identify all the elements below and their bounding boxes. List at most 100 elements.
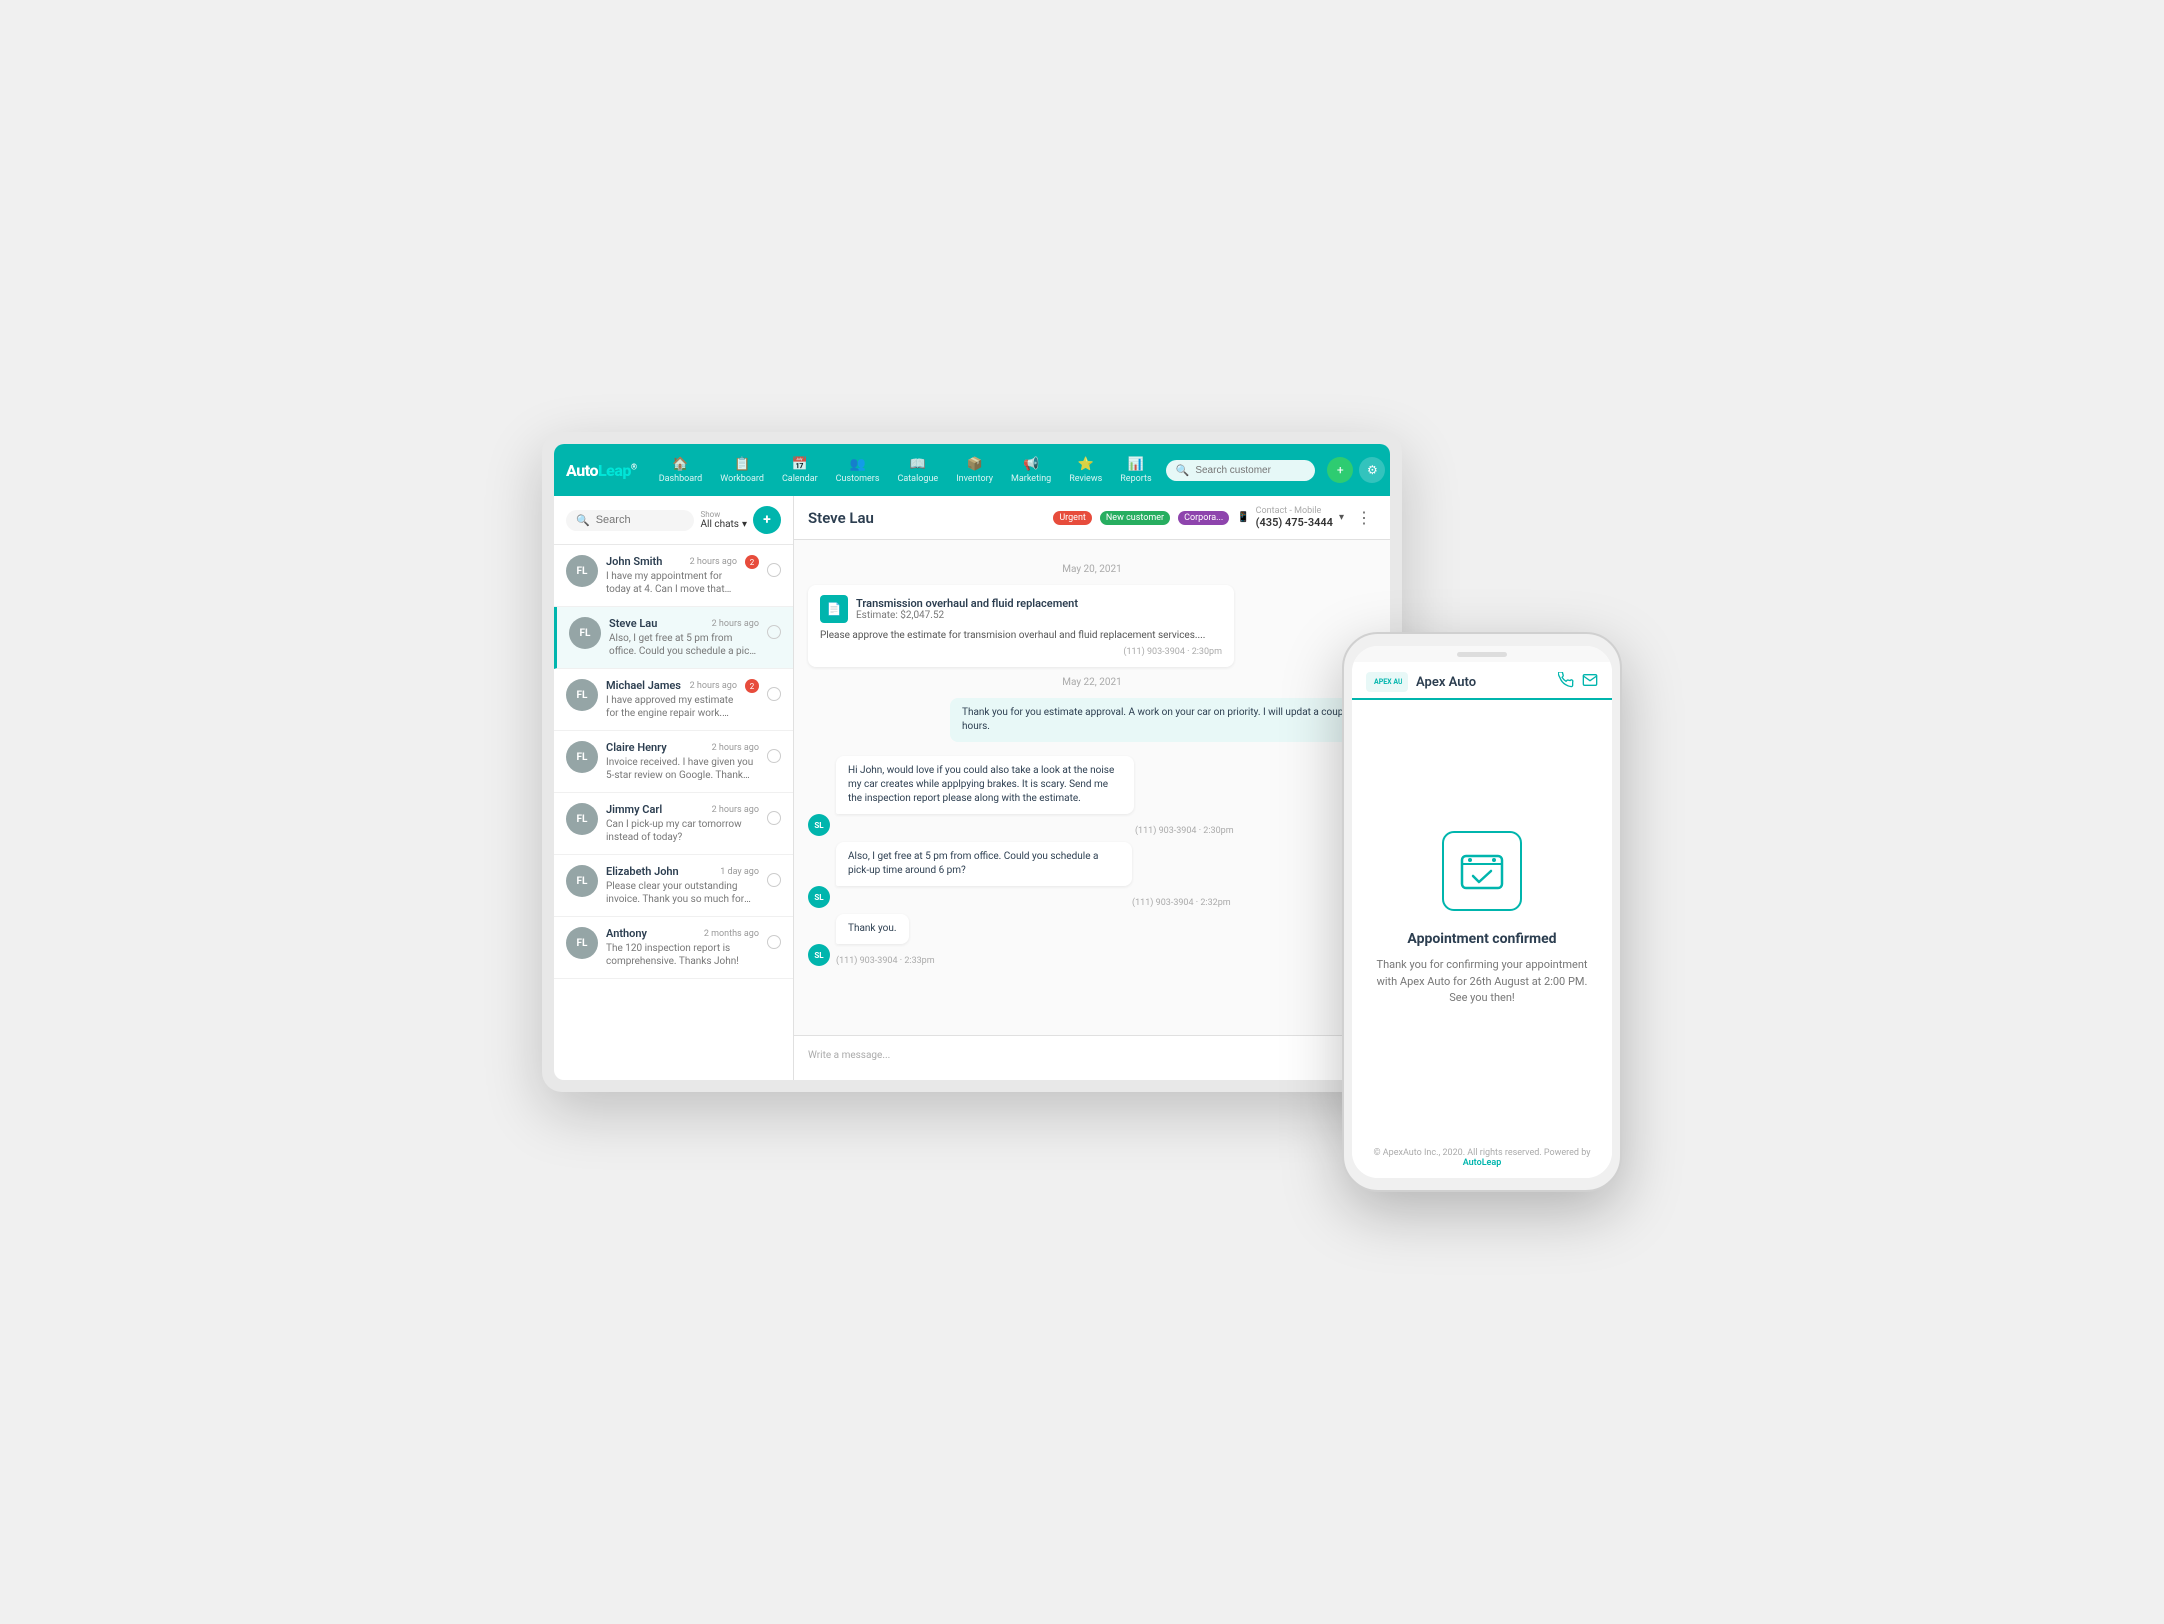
- phone-header: APEX AUTO Apex Auto: [1352, 662, 1612, 700]
- phone-brand-name: Apex Auto: [1416, 675, 1550, 690]
- message-row-incoming-1: SL Hi John, would love if you could also…: [808, 756, 1376, 836]
- search-input[interactable]: [1195, 465, 1305, 476]
- phone-body: Thank you for confirming your appointmen…: [1372, 957, 1592, 1007]
- chat-item-claire-henry[interactable]: FL Claire Henry 2 hours ago Invoice rece…: [554, 731, 793, 793]
- chat-name: Jimmy Carl: [606, 803, 662, 816]
- phone-notch-bar: [1352, 646, 1612, 662]
- more-options-button[interactable]: ⋮: [1352, 508, 1376, 527]
- chat-window: Steve Lau Urgent New customer Corpora...…: [794, 496, 1390, 1080]
- chat-item-john-smith[interactable]: FL John Smith 2 hours ago I have my appo…: [554, 545, 793, 607]
- avatar: FL: [566, 679, 598, 711]
- chat-item-jimmy-carl[interactable]: FL Jimmy Carl 2 hours ago Can I pick-up …: [554, 793, 793, 855]
- phone-call-icon[interactable]: [1558, 672, 1574, 692]
- avatar: FL: [566, 927, 598, 959]
- chevron-down-icon[interactable]: ▾: [1339, 512, 1344, 523]
- settings-button[interactable]: ⚙: [1359, 457, 1385, 483]
- chat-info: John Smith 2 hours ago I have my appoint…: [606, 555, 737, 596]
- message-time: (111) 903-3904 · 2:32pm: [836, 898, 1231, 908]
- chat-checkbox[interactable]: [767, 811, 781, 825]
- nav-item-dashboard[interactable]: 🏠 Dashboard: [651, 453, 711, 488]
- chat-time: 2 hours ago: [712, 743, 759, 753]
- chat-item-steve-lau[interactable]: FL Steve Lau 2 hours ago Also, I get fre…: [554, 607, 793, 669]
- search-icon: 🔍: [1176, 464, 1190, 477]
- chat-preview: Can I pick-up my car tomorrow instead of…: [606, 818, 759, 844]
- date-divider-2: May 22, 2021: [808, 677, 1376, 688]
- chat-name: John Smith: [606, 555, 662, 568]
- message-input[interactable]: Write a message...: [808, 1046, 1376, 1070]
- filter-value: All chats ▾: [700, 519, 747, 530]
- nav-item-reports[interactable]: 📊 Reports: [1112, 453, 1159, 488]
- chat-checkbox[interactable]: [767, 873, 781, 887]
- chat-preview: Also, I get free at 5 pm from office. Co…: [609, 632, 759, 658]
- chat-input-area: Write a message...: [794, 1035, 1390, 1080]
- tag-corp: Corpora...: [1178, 511, 1229, 525]
- unread-badge: 2: [745, 679, 759, 693]
- message-content: Hi John, would love if you could also ta…: [836, 756, 1234, 836]
- small-avatar: SL: [808, 944, 830, 966]
- document-icon: 📄: [820, 595, 848, 623]
- chat-messages: May 20, 2021 📄 Transmission overhaul and…: [794, 540, 1390, 1035]
- nav-item-workboard[interactable]: 📋 Workboard: [712, 453, 772, 488]
- chat-search-input[interactable]: [596, 514, 676, 526]
- phone-notch: [1457, 652, 1507, 657]
- phone: APEX AUTO Apex Auto: [1342, 632, 1622, 1192]
- chat-name-row: Jimmy Carl 2 hours ago: [606, 803, 759, 816]
- plus-icon: +: [1337, 463, 1344, 477]
- nav-item-catalogue[interactable]: 📖 Catalogue: [889, 453, 946, 488]
- reviews-icon: ⭐: [1078, 457, 1094, 472]
- chat-info: Jimmy Carl 2 hours ago Can I pick-up my …: [606, 803, 759, 844]
- chat-info: Steve Lau 2 hours ago Also, I get free a…: [609, 617, 759, 658]
- chat-time: 2 months ago: [704, 929, 759, 939]
- reports-icon: 📊: [1128, 457, 1144, 472]
- chat-name: Anthony: [606, 927, 647, 940]
- top-nav: AutoLeap® 🏠 Dashboard 📋 Workboard 📅 Cale…: [554, 444, 1390, 496]
- nav-item-reviews[interactable]: ⭐ Reviews: [1061, 453, 1110, 488]
- small-avatar: SL: [808, 886, 830, 908]
- chat-name-row: Elizabeth John 1 day ago: [606, 865, 759, 878]
- scene: AutoLeap® 🏠 Dashboard 📋 Workboard 📅 Cale…: [542, 432, 1622, 1192]
- filter-label: Show: [700, 510, 720, 519]
- avatar: FL: [569, 617, 601, 649]
- confirmation-icon: [1442, 831, 1522, 911]
- chat-preview: Please clear your outstanding invoice. T…: [606, 880, 759, 906]
- nav-label-reports: Reports: [1120, 474, 1151, 484]
- customers-icon: 👥: [849, 457, 865, 472]
- nav-item-calendar[interactable]: 📅 Calendar: [774, 453, 826, 488]
- message-row-incoming-3: SL Thank you. (111) 903-3904 · 2:33pm: [808, 914, 1376, 966]
- nav-items: 🏠 Dashboard 📋 Workboard 📅 Calendar 👥 Cus…: [651, 453, 1160, 488]
- search-icon: 🔍: [576, 514, 590, 527]
- chat-name: Elizabeth John: [606, 865, 679, 878]
- chat-header: Steve Lau Urgent New customer Corpora...…: [794, 496, 1390, 540]
- nav-label-dashboard: Dashboard: [659, 474, 703, 484]
- nav-item-inventory[interactable]: 📦 Inventory: [948, 453, 1001, 488]
- chat-checkbox[interactable]: [767, 625, 781, 639]
- nav-label-marketing: Marketing: [1011, 474, 1051, 484]
- chat-checkbox[interactable]: [767, 563, 781, 577]
- footer-link[interactable]: AutoLeap: [1463, 1158, 1502, 1168]
- message-bubble: Hi John, would love if you could also ta…: [836, 756, 1134, 814]
- phone-email-icon[interactable]: [1582, 672, 1598, 692]
- tag-urgent: Urgent: [1053, 511, 1092, 525]
- chat-search-box[interactable]: 🔍: [566, 510, 694, 531]
- estimate-subtitle: Estimate: $2,047.52: [856, 610, 1078, 621]
- nav-item-marketing[interactable]: 📢 Marketing: [1003, 453, 1059, 488]
- compose-button[interactable]: +: [753, 506, 781, 534]
- catalogue-icon: 📖: [910, 457, 926, 472]
- add-button[interactable]: +: [1327, 457, 1353, 483]
- chat-item-anthony[interactable]: FL Anthony 2 months ago The 120 inspecti…: [554, 917, 793, 979]
- chat-item-elizabeth-john[interactable]: FL Elizabeth John 1 day ago Please clear…: [554, 855, 793, 917]
- chat-item-michael-james[interactable]: FL Michael James 2 hours ago I have appr…: [554, 669, 793, 731]
- app-logo[interactable]: AutoLeap®: [566, 461, 637, 480]
- phone-footer: © ApexAuto Inc., 2020. All rights reserv…: [1352, 1138, 1612, 1178]
- chat-filter-dropdown[interactable]: Show All chats ▾: [700, 510, 747, 530]
- nav-search-box[interactable]: 🔍: [1166, 460, 1316, 481]
- nav-item-customers[interactable]: 👥 Customers: [828, 453, 888, 488]
- chat-checkbox[interactable]: [767, 935, 781, 949]
- contact-type: Contact - Mobile: [1256, 506, 1333, 516]
- small-avatar: SL: [808, 814, 830, 836]
- footer-text: © ApexAuto Inc., 2020. All rights reserv…: [1373, 1148, 1590, 1158]
- chat-checkbox[interactable]: [767, 749, 781, 763]
- estimate-card-titles: Transmission overhaul and fluid replacem…: [856, 597, 1078, 621]
- chat-checkbox[interactable]: [767, 687, 781, 701]
- phone-screen: APEX AUTO Apex Auto: [1352, 646, 1612, 1178]
